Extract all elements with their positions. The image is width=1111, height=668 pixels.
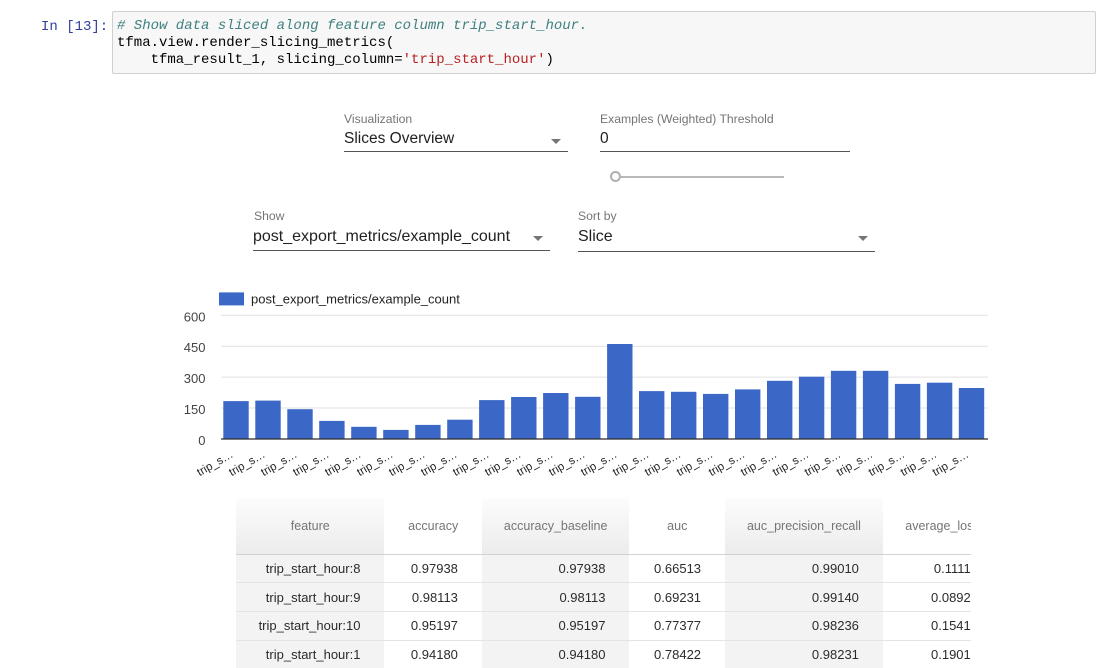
svg-text:trip_s…: trip_s…	[931, 449, 971, 479]
svg-text:450: 450	[184, 340, 206, 355]
svg-text:0: 0	[198, 433, 205, 448]
svg-text:600: 600	[184, 309, 206, 324]
svg-text:300: 300	[184, 371, 206, 386]
svg-text:post_export_metrics/example_co: post_export_metrics/example_count	[251, 292, 460, 307]
svg-text:150: 150	[184, 402, 206, 417]
